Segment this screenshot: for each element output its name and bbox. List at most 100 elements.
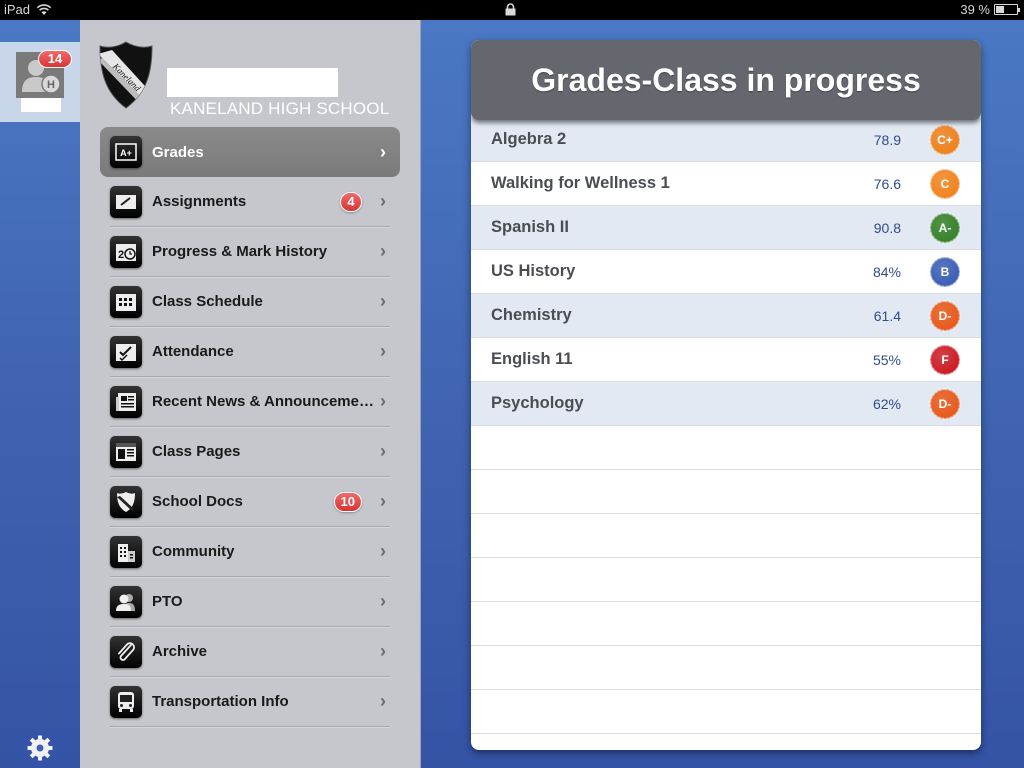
letter-grade-badge: D- [929,387,961,420]
course-score: 78.9 [873,131,901,148]
grade-row[interactable]: Spanish II 90.8 A- [471,206,981,250]
chevron-right-icon: › [380,241,386,261]
grades-panel: Grades-Class in progress Algebra 2 78.9 C+… [471,40,981,750]
lock-icon [505,3,516,16]
menu-item-pto[interactable]: PTO › [110,577,390,627]
course-name: Algebra 2 [491,130,567,148]
assignments-badge: 4 [340,191,362,212]
school-header: Kaneland KANELAND HIGH SCHOOL [98,40,408,120]
menu-label: Progress & Mark History [152,243,328,260]
bus-icon [110,685,142,718]
grade-row[interactable]: US History 84% B [471,250,981,294]
menu-item-transportation[interactable]: Transportation Info › [110,677,390,727]
battery-percent: 39 % [960,2,990,17]
menu-label: Grades [152,143,204,161]
menu-label: Class Pages [152,443,241,460]
chevron-right-icon: › [380,191,386,211]
menu-label: Transportation Info [152,693,289,710]
chevron-right-icon: › [380,141,386,162]
menu-item-news[interactable]: Recent News & Announcements › [110,377,390,427]
chevron-right-icon: › [380,341,386,361]
empty-row [471,558,981,602]
menu-label: Archive [152,643,208,660]
people-icon [110,585,142,618]
menu-label: Recent News & Announcements [152,393,376,410]
chevron-right-icon: › [380,291,386,311]
assignments-icon [110,185,142,218]
course-score: 62% [872,395,901,412]
profile-letter: H [47,79,55,91]
profile-name-redacted [21,98,61,112]
course-score: 76.6 [873,175,901,192]
menu-item-class-schedule[interactable]: Class Schedule › [110,277,390,327]
empty-row [471,426,981,470]
course-name: Spanish II [491,218,569,236]
letter-grade-badge: D- [929,299,961,332]
school-docs-badge: 10 [333,491,362,512]
chevron-right-icon: › [380,441,386,461]
grade-row[interactable]: English 11 55% F [471,338,981,382]
course-score: 55% [872,351,901,368]
course-score: 84% [872,263,901,280]
grade-row[interactable]: Chemistry 61.4 D- [471,294,981,338]
school-crest-icon: Kaneland [99,41,153,109]
grade-row[interactable]: Psychology 62% D- [471,382,981,426]
grades-list: Algebra 2 78.9 C+ Walking for Wellness 1 76.… [471,118,981,734]
menu-label: Attendance [152,343,234,360]
shield-icon [110,485,142,518]
attendance-icon [110,335,142,368]
device-label: iPad [4,2,31,17]
progress-history-icon: 2 [110,235,142,268]
calendar-icon [110,285,142,318]
menu-item-archive[interactable]: Archive › [110,627,390,677]
chevron-right-icon: › [380,691,386,711]
profile-rail: H 14 [0,20,80,768]
course-name: Chemistry [491,306,572,324]
menu-item-school-docs[interactable]: School Docs 10 › [110,477,390,527]
menu-item-grades[interactable]: A+ Grades › [100,127,400,177]
paperclip-icon [110,635,142,668]
menu-label: Community [152,543,235,560]
letter-grade-badge: C+ [929,123,961,156]
grades-icon: A+ [110,136,142,168]
course-score: 90.8 [873,219,901,236]
menu-label: PTO [152,593,183,610]
notification-badge: 14 [38,50,72,68]
course-name: Walking for Wellness 1 [491,174,670,192]
chevron-right-icon: › [380,491,386,511]
grade-row[interactable]: Algebra 2 78.9 C+ [471,118,981,162]
menu-item-progress-history[interactable]: 2 Progress & Mark History › [110,227,390,277]
letter-grade-badge: F [929,343,961,376]
news-icon [110,385,142,418]
empty-row [471,514,981,558]
sidebar: Kaneland KANELAND HIGH SCHOOL A+ Grades … [80,20,421,768]
menu-item-class-pages[interactable]: Class Pages › [110,427,390,477]
course-name: English 11 [491,350,573,368]
menu-item-assignments[interactable]: Assignments 4 › [110,177,390,227]
svg-text:A+: A+ [120,148,132,158]
grade-row[interactable]: Walking for Wellness 1 76.6 C [471,162,981,206]
empty-row [471,602,981,646]
status-bar: iPad 39 % [0,0,1024,20]
chevron-right-icon: › [380,591,386,611]
grades-panel-header: Grades-Class in progress [471,40,981,120]
course-name: Psychology [491,394,584,412]
menu-item-community[interactable]: Community › [110,527,390,577]
letter-grade-badge: B [929,255,961,288]
svg-text:2: 2 [118,249,124,261]
empty-row [471,470,981,514]
empty-row [471,646,981,690]
menu-label: Assignments [152,193,247,210]
class-pages-icon [110,435,142,468]
letter-grade-badge: C [929,167,961,200]
gear-icon[interactable] [26,734,54,762]
page-title: Grades-Class in progress [531,61,921,98]
menu-label: School Docs [152,493,243,510]
empty-row [471,690,981,734]
chevron-right-icon: › [380,641,386,661]
letter-grade-badge: A- [929,211,961,244]
menu-item-attendance[interactable]: Attendance › [110,327,390,377]
chevron-right-icon: › [380,391,386,411]
course-name: US History [491,262,576,280]
school-name: KANELAND HIGH SCHOOL [170,99,390,118]
